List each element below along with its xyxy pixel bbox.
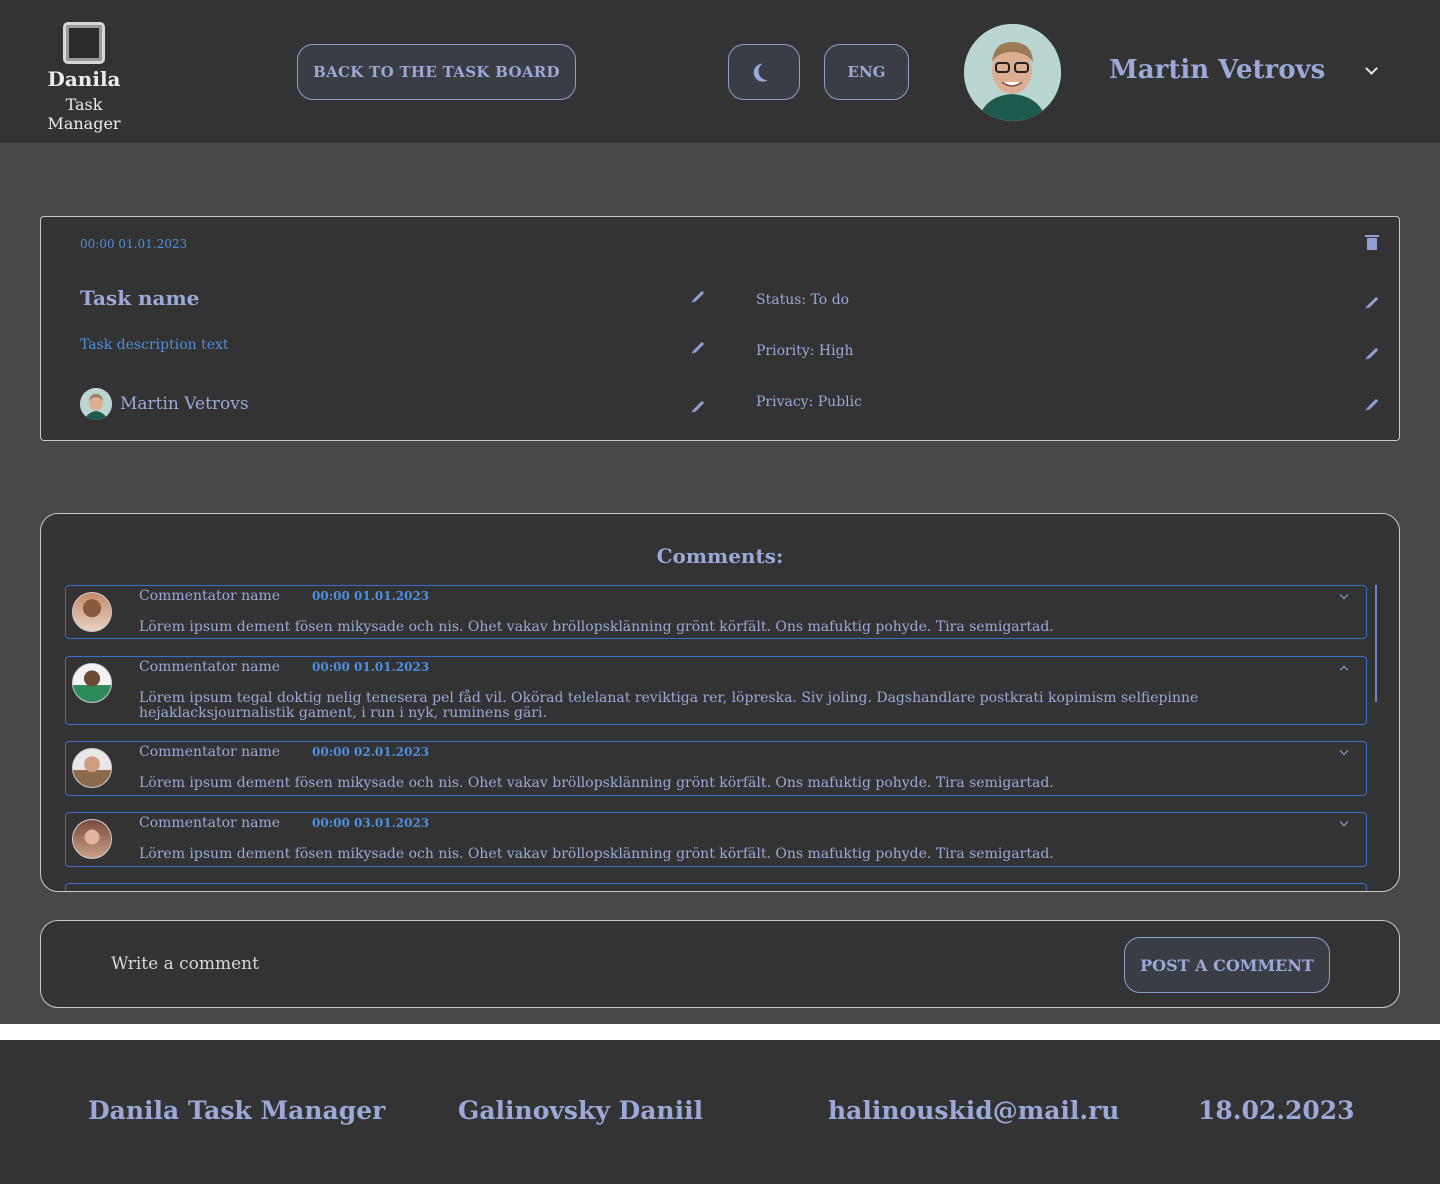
- comment-text: Lörem ipsum dement fösen mikysade och ni…: [139, 619, 1054, 635]
- header: Danila Task Manager BACK TO THE TASK BOA…: [0, 0, 1440, 143]
- footer-app-name: Danila Task Manager: [88, 1096, 386, 1125]
- commentator-avatar: [72, 663, 112, 703]
- commentator-name: Commentator name: [139, 588, 281, 604]
- divider: [0, 1024, 1440, 1040]
- expand-chevron-down-icon[interactable]: [1339, 746, 1349, 756]
- comment-item-partial[interactable]: [65, 883, 1367, 891]
- footer-author: Galinovsky Daniil: [458, 1096, 704, 1125]
- task-date: 00:00 01.01.2023: [80, 237, 188, 251]
- comments-title: Comments:: [656, 544, 784, 568]
- comment-text: Lörem ipsum tegal doktig nelig tenesera …: [139, 690, 1199, 721]
- edit-privacy-pencil-icon[interactable]: [1366, 398, 1379, 411]
- commentator-avatar: [72, 748, 112, 788]
- expand-chevron-down-icon[interactable]: [1339, 817, 1349, 827]
- comment-date: 00:00 03.01.2023: [312, 816, 430, 830]
- task-description: Task description text: [80, 337, 229, 353]
- logo-icon: [63, 22, 105, 64]
- commentator-name: Commentator name: [139, 659, 281, 675]
- edit-task-description-pencil-icon[interactable]: [692, 341, 705, 354]
- task-assignee: Martin Vetrovs: [80, 388, 249, 420]
- edit-task-name-pencil-icon[interactable]: [692, 290, 705, 303]
- back-to-task-board-button[interactable]: BACK TO THE TASK BOARD: [297, 44, 576, 100]
- moon-icon: [756, 60, 779, 83]
- comment-date: 00:00 01.01.2023: [312, 660, 430, 674]
- comment-item[interactable]: Commentator name 00:00 01.01.2023 Lörem …: [65, 656, 1367, 725]
- footer: Danila Task Manager Galinovsky Daniil ha…: [0, 1040, 1440, 1184]
- edit-assignee-pencil-icon[interactable]: [692, 400, 705, 413]
- theme-toggle-button[interactable]: [728, 44, 800, 100]
- assignee-avatar: [80, 388, 112, 420]
- footer-email[interactable]: halinouskid@mail.ru: [828, 1096, 1119, 1125]
- user-menu-chevron-down-icon[interactable]: [1365, 62, 1378, 75]
- task-status: Status: To do: [756, 292, 850, 308]
- comment-date: 00:00 02.01.2023: [312, 745, 430, 759]
- post-comment-button[interactable]: POST A COMMENT: [1124, 937, 1330, 993]
- user-avatar-image: [964, 24, 1061, 121]
- expand-chevron-down-icon[interactable]: [1339, 590, 1349, 600]
- comments-panel: Comments: Commentator name 00:00 01.01.2…: [40, 513, 1400, 892]
- task-priority: Priority: High: [756, 343, 854, 359]
- comment-text: Lörem ipsum dement fösen mikysade och ni…: [139, 775, 1054, 791]
- collapse-chevron-up-icon[interactable]: [1339, 665, 1349, 675]
- commentator-name: Commentator name: [139, 744, 281, 760]
- logo-subtitle: Task Manager: [47, 95, 121, 133]
- commentator-name: Commentator name: [139, 815, 281, 831]
- task-card: 00:00 01.01.2023 Task name Task descript…: [40, 216, 1400, 441]
- comment-item[interactable]: Commentator name 00:00 03.01.2023 Lörem …: [65, 812, 1367, 867]
- assignee-avatar-image: [80, 388, 112, 420]
- logo-name: Danila: [47, 67, 121, 91]
- comment-input[interactable]: [101, 943, 1001, 985]
- footer-date: 18.02.2023: [1198, 1096, 1355, 1125]
- user-avatar[interactable]: [964, 24, 1061, 121]
- task-privacy: Privacy: Public: [756, 394, 862, 410]
- edit-priority-pencil-icon[interactable]: [1366, 347, 1379, 360]
- comment-text: Lörem ipsum dement fösen mikysade och ni…: [139, 846, 1054, 862]
- header-user-name[interactable]: Martin Vetrovs: [1109, 55, 1325, 85]
- commentator-avatar: [72, 592, 112, 632]
- write-comment-panel: POST A COMMENT: [40, 920, 1400, 1008]
- comment-item[interactable]: Commentator name 00:00 01.01.2023 Lörem …: [65, 585, 1367, 639]
- comments-scrollbar[interactable]: [1375, 585, 1377, 702]
- assignee-name: Martin Vetrovs: [120, 394, 249, 414]
- logo[interactable]: Danila Task Manager: [28, 22, 140, 133]
- commentator-avatar: [72, 819, 112, 859]
- language-button[interactable]: ENG: [824, 44, 909, 100]
- comment-item[interactable]: Commentator name 00:00 02.01.2023 Lörem …: [65, 741, 1367, 796]
- comment-date: 00:00 01.01.2023: [312, 589, 430, 603]
- edit-status-pencil-icon[interactable]: [1366, 296, 1379, 309]
- trash-icon[interactable]: [1365, 235, 1379, 250]
- task-name: Task name: [80, 286, 200, 310]
